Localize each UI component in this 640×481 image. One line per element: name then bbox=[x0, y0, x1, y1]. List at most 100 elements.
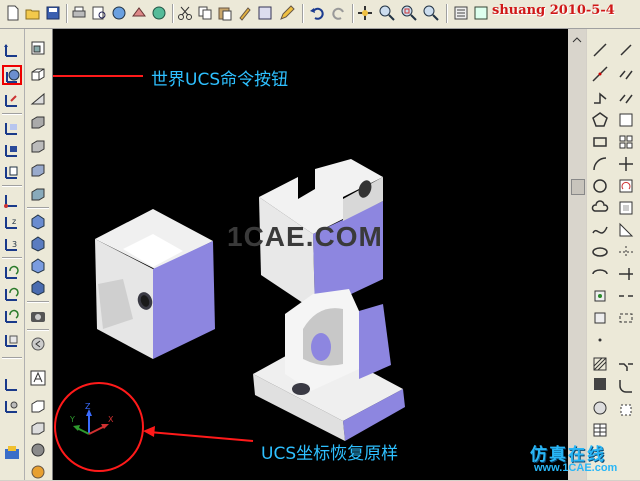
planar-surface-icon[interactable] bbox=[29, 257, 47, 275]
scale-icon[interactable] bbox=[617, 199, 635, 217]
text-icon[interactable] bbox=[29, 369, 47, 387]
arrow-to-ucs-icon bbox=[148, 431, 254, 442]
line-icon[interactable] bbox=[591, 41, 609, 59]
rectangle-icon[interactable] bbox=[591, 133, 609, 151]
revision-cloud-icon[interactable] bbox=[591, 199, 609, 217]
extrude-icon[interactable] bbox=[29, 279, 47, 297]
array-icon[interactable] bbox=[617, 133, 635, 151]
scroll-thumb[interactable] bbox=[571, 179, 585, 195]
print-icon[interactable] bbox=[70, 4, 88, 22]
model-space: Z Y X bbox=[53, 75, 405, 472]
pan-icon[interactable] bbox=[356, 4, 374, 22]
zoom-window-icon[interactable] bbox=[400, 4, 418, 22]
torus-icon[interactable] bbox=[29, 185, 47, 203]
join-icon[interactable] bbox=[617, 309, 635, 327]
break-icon[interactable] bbox=[617, 287, 635, 305]
author-watermark: shuang 2010-5-4 bbox=[492, 3, 615, 18]
mirror-icon[interactable] bbox=[617, 89, 635, 107]
view-ucs-icon[interactable] bbox=[3, 163, 21, 181]
ucs-icon[interactable] bbox=[3, 41, 21, 59]
ucs-settings-icon[interactable] bbox=[3, 397, 21, 415]
design-center-icon[interactable] bbox=[472, 4, 490, 22]
sweep-icon[interactable] bbox=[29, 335, 47, 353]
cone-icon[interactable] bbox=[29, 113, 47, 131]
polygon-icon[interactable] bbox=[591, 111, 609, 129]
material-icon[interactable] bbox=[29, 463, 47, 481]
ellipse-arc-icon[interactable] bbox=[591, 265, 609, 283]
z-rotate-icon[interactable] bbox=[3, 307, 21, 325]
rotate-icon[interactable] bbox=[617, 177, 635, 195]
offset-icon[interactable] bbox=[617, 111, 635, 129]
move-icon[interactable] bbox=[617, 155, 635, 173]
publish-web-icon[interactable] bbox=[150, 4, 168, 22]
cut-icon[interactable] bbox=[176, 4, 194, 22]
open-icon[interactable] bbox=[24, 4, 42, 22]
erase-icon[interactable] bbox=[617, 41, 635, 59]
vertical-scrollbar[interactable] bbox=[568, 29, 586, 480]
origin-ucs-icon[interactable] bbox=[3, 191, 21, 209]
solid-box-icon[interactable] bbox=[29, 397, 47, 415]
save-icon[interactable] bbox=[44, 4, 62, 22]
ellipse-icon[interactable] bbox=[591, 243, 609, 261]
fillet-icon[interactable] bbox=[617, 377, 635, 395]
polyline-icon[interactable] bbox=[591, 89, 609, 107]
zoom-previous-icon[interactable] bbox=[422, 4, 440, 22]
copy-icon[interactable] bbox=[196, 4, 214, 22]
bottom-palette-icon[interactable] bbox=[3, 443, 21, 461]
render-icon[interactable] bbox=[29, 441, 47, 459]
apply-ucs-icon[interactable] bbox=[3, 331, 21, 349]
paste-icon[interactable] bbox=[216, 4, 234, 22]
publish-icon[interactable] bbox=[110, 4, 128, 22]
pyramid-icon[interactable] bbox=[29, 213, 47, 231]
ucs-previous-icon[interactable] bbox=[3, 91, 21, 109]
cylinder-icon[interactable] bbox=[29, 161, 47, 179]
redo-icon[interactable] bbox=[330, 4, 348, 22]
zoom-realtime-icon[interactable] bbox=[378, 4, 396, 22]
wedge-icon[interactable] bbox=[29, 89, 47, 107]
insert-block-icon[interactable] bbox=[591, 287, 609, 305]
chamfer-icon[interactable] bbox=[617, 355, 635, 373]
pencil-icon[interactable] bbox=[278, 4, 296, 22]
point-icon[interactable] bbox=[591, 331, 609, 349]
region-icon[interactable] bbox=[591, 399, 609, 417]
object-ucs-icon[interactable] bbox=[3, 141, 21, 159]
drawing-canvas[interactable]: Z Y X 1CAE.COM 世界UCS命令按钮 UCS坐标恢复原样 bbox=[53, 29, 568, 480]
circle-icon[interactable] bbox=[591, 177, 609, 195]
block-editor-icon[interactable] bbox=[256, 4, 274, 22]
plot-preview-icon[interactable] bbox=[90, 4, 108, 22]
3point-ucs-icon[interactable]: 3 bbox=[3, 235, 21, 253]
construction-line-icon[interactable] bbox=[591, 65, 609, 83]
solid-part-bottom[interactable] bbox=[253, 289, 405, 441]
z-axis-vector-icon[interactable]: z bbox=[3, 213, 21, 231]
match-properties-icon[interactable] bbox=[236, 4, 254, 22]
new-icon[interactable] bbox=[4, 4, 22, 22]
3d-dwf-icon[interactable] bbox=[130, 4, 148, 22]
sphere-icon[interactable] bbox=[29, 137, 47, 155]
gradient-icon[interactable] bbox=[591, 375, 609, 393]
world-ucs-icon[interactable] bbox=[2, 65, 22, 85]
arc-icon[interactable] bbox=[591, 155, 609, 173]
copy-object-icon[interactable] bbox=[617, 65, 635, 83]
explode-icon[interactable] bbox=[617, 401, 635, 419]
revolve-icon[interactable] bbox=[29, 307, 47, 325]
scroll-up-icon[interactable] bbox=[568, 31, 586, 49]
box-icon[interactable] bbox=[29, 65, 47, 83]
table-icon[interactable] bbox=[591, 421, 609, 439]
named-ucs-icon[interactable] bbox=[3, 375, 21, 393]
x-rotate-icon[interactable] bbox=[3, 263, 21, 281]
extend-icon[interactable] bbox=[617, 265, 635, 283]
face-ucs-icon[interactable] bbox=[3, 119, 21, 137]
helix-icon[interactable] bbox=[29, 235, 47, 253]
hatch-icon[interactable] bbox=[591, 355, 609, 373]
y-rotate-icon[interactable] bbox=[3, 285, 21, 303]
shade-icon[interactable] bbox=[29, 419, 47, 437]
trim-icon[interactable] bbox=[617, 243, 635, 261]
stretch-icon[interactable] bbox=[617, 221, 635, 239]
solid-part-left[interactable] bbox=[95, 209, 215, 359]
polysolid-icon[interactable] bbox=[29, 39, 47, 57]
undo-icon[interactable] bbox=[308, 4, 326, 22]
ucs-toolbar: z 3 bbox=[0, 29, 25, 480]
properties-icon[interactable] bbox=[452, 4, 470, 22]
make-block-icon[interactable] bbox=[591, 309, 609, 327]
spline-icon[interactable] bbox=[591, 221, 609, 239]
